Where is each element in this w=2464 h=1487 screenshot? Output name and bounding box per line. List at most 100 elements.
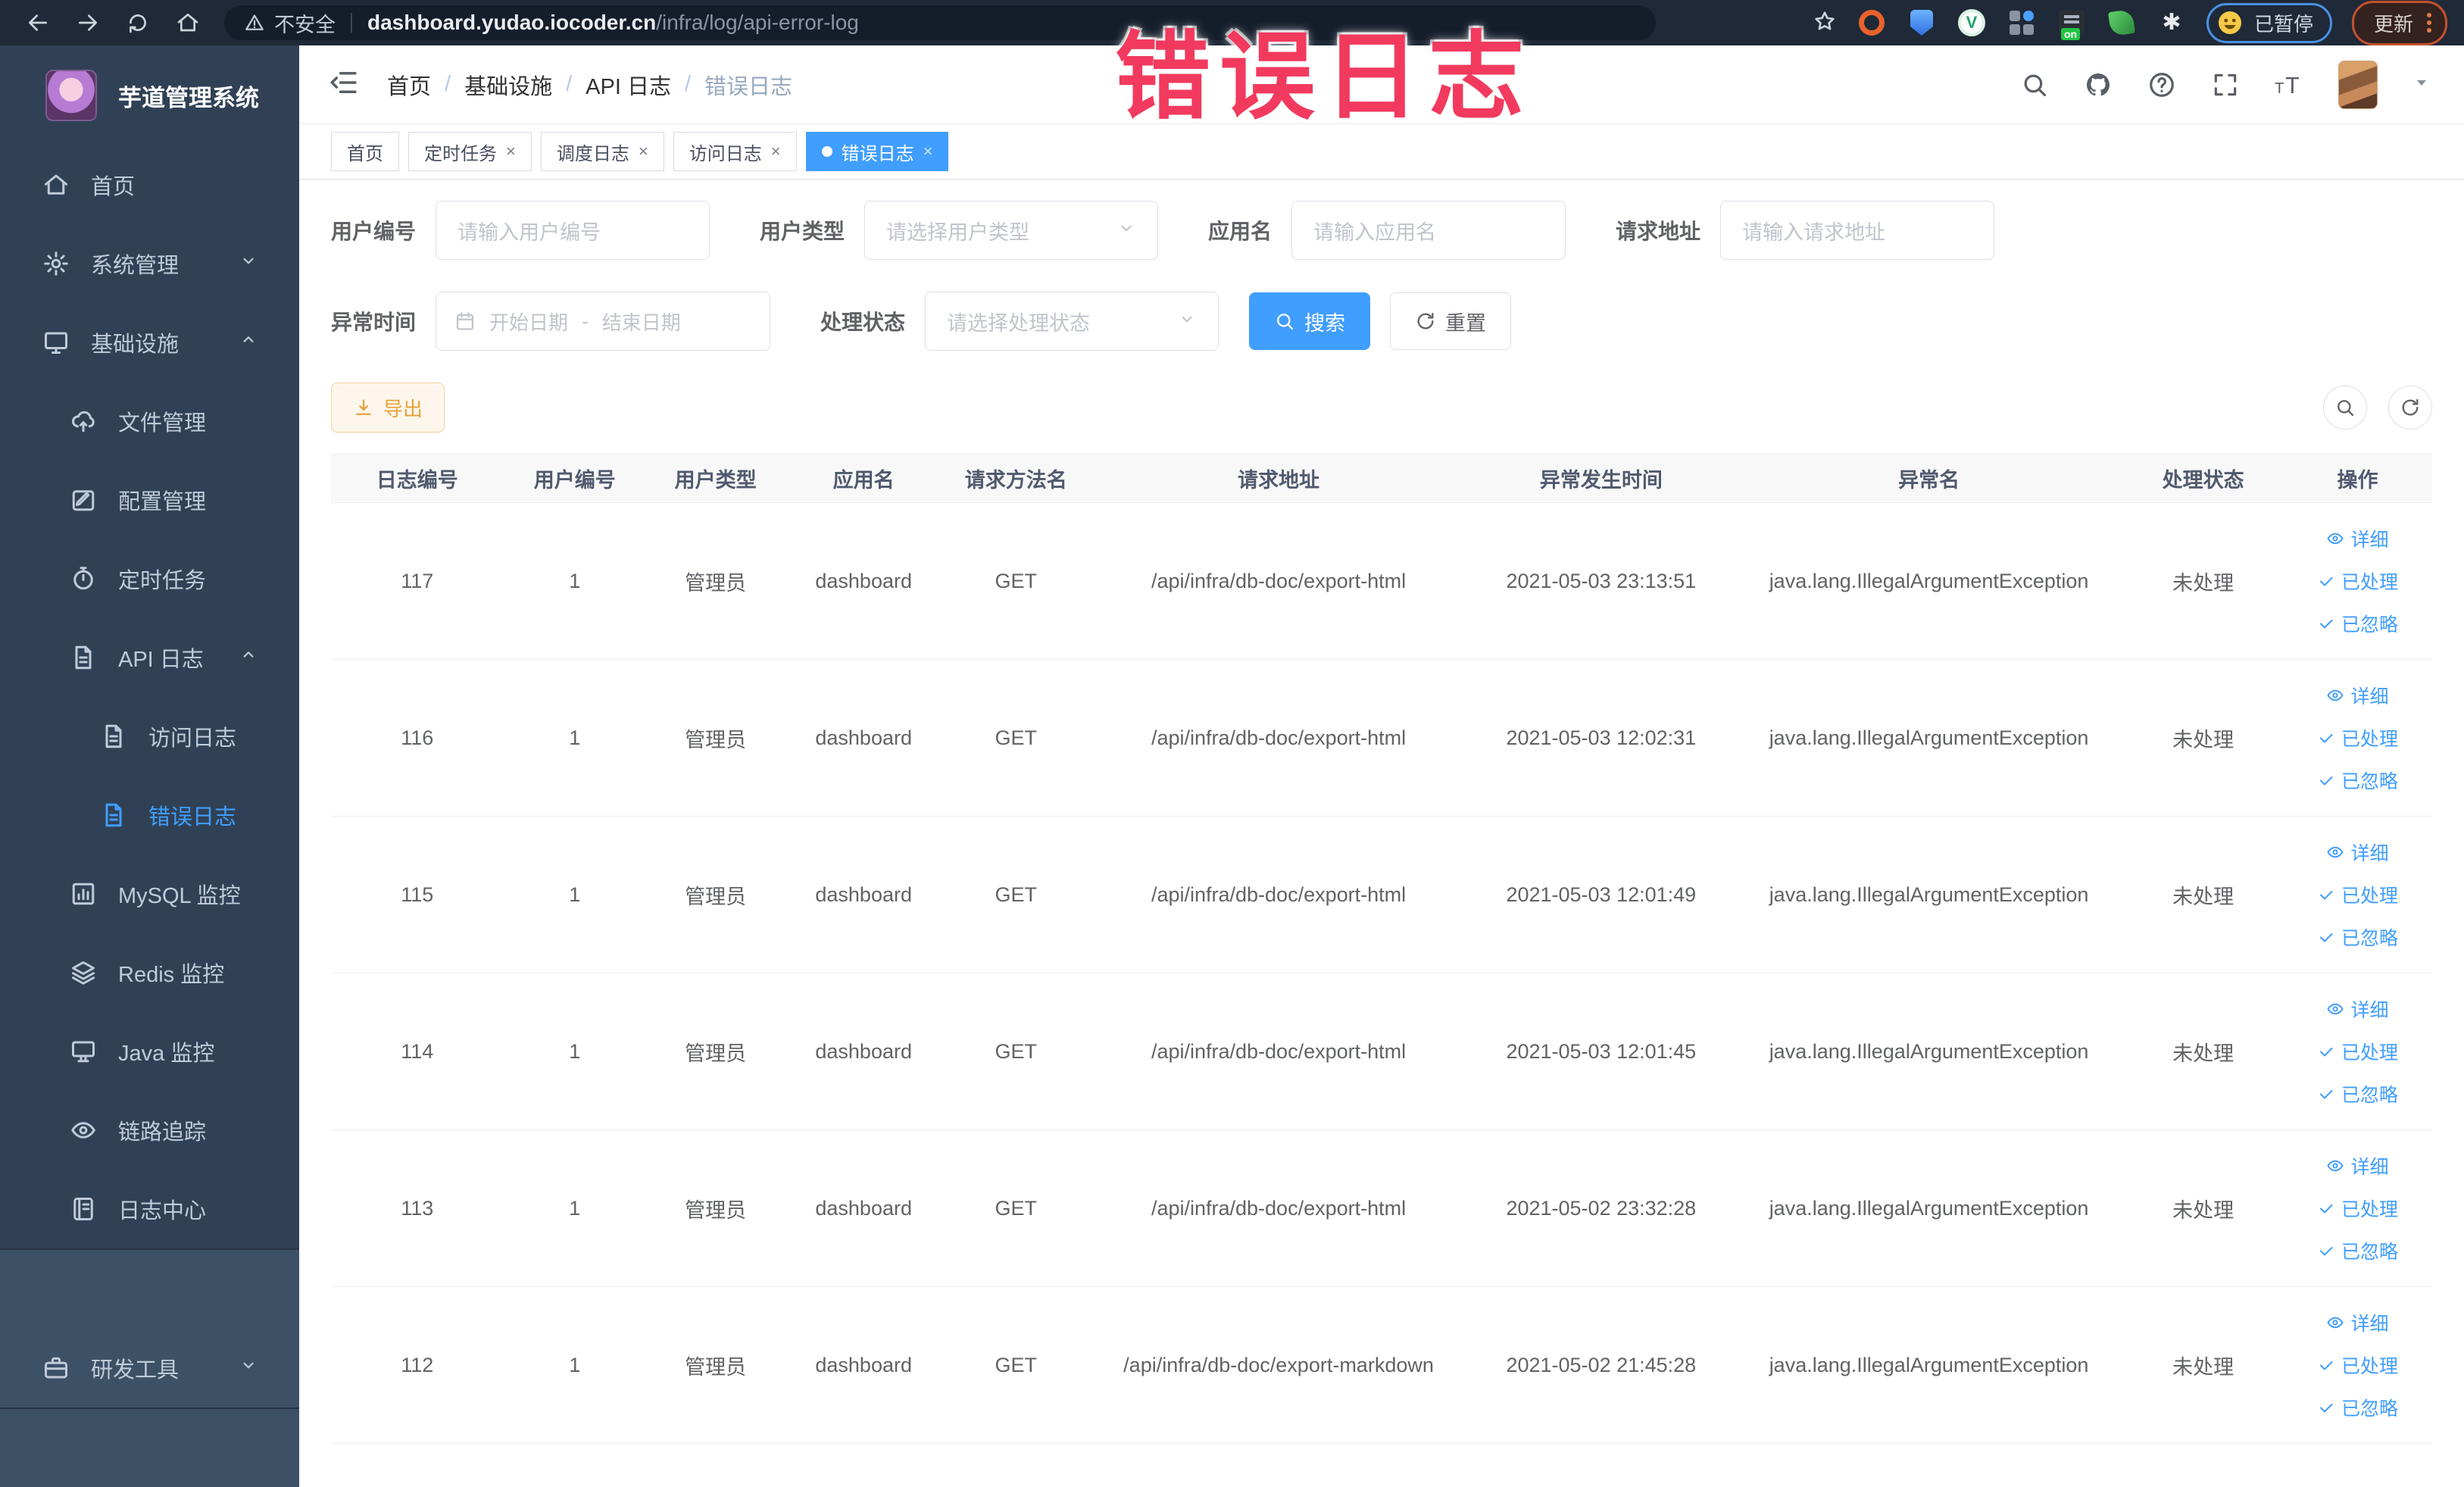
update-label: 更新 — [2373, 12, 2413, 36]
close-tab-icon[interactable]: × — [771, 143, 781, 160]
address-bar[interactable]: 不安全 dashboard.yudao.iocoder.cn /infra/lo… — [224, 5, 1656, 40]
detail-action-link[interactable]: 详细 — [2326, 525, 2389, 552]
tab-schedule-log[interactable]: 调度日志 × — [540, 132, 664, 171]
processed-action-link[interactable]: 已处理 — [2317, 881, 2398, 908]
processed-action-link[interactable]: 已处理 — [2317, 1038, 2398, 1065]
chevron-down-icon — [239, 1355, 258, 1381]
processed-action-link[interactable]: 已处理 — [2317, 1351, 2398, 1379]
detail-action-link[interactable]: 详细 — [2326, 1309, 2389, 1336]
cell-user_type: 管理员 — [646, 973, 785, 1130]
help-icon[interactable] — [2147, 70, 2176, 99]
status-select[interactable]: 请选择处理状态 — [925, 292, 1220, 351]
processed-action-link[interactable]: 已处理 — [2317, 567, 2398, 595]
sidebar-item-log-center[interactable]: 日志中心 — [0, 1170, 299, 1248]
extension-orange-ring-icon[interactable] — [1857, 8, 1887, 38]
url-path: /infra/log/api-error-log — [656, 11, 859, 34]
extension-shield-icon[interactable] — [1907, 8, 1937, 38]
tab-scheduled-task[interactable]: 定时任务 × — [408, 132, 532, 171]
sidebar-item-scheduled-task[interactable]: 定时任务 — [0, 539, 299, 618]
cell-status: 未处理 — [2123, 1129, 2283, 1287]
ignored-action-link[interactable]: 已忽略 — [2317, 767, 2398, 794]
ignored-action-link[interactable]: 已忽略 — [2317, 610, 2398, 637]
close-tab-icon[interactable]: × — [506, 143, 516, 160]
back-icon[interactable] — [17, 5, 59, 41]
browser-toolbar-right: V ✱ 已暂停 更新 — [1813, 0, 2447, 45]
request-url-input[interactable]: 请输入请求地址 — [1720, 201, 1995, 260]
magnifier-icon — [1277, 314, 1294, 330]
extension-puzzle-icon[interactable]: ✱ — [2156, 8, 2187, 38]
browser-menu-icon[interactable] — [2427, 13, 2431, 33]
bookmark-star-icon[interactable] — [1813, 9, 1837, 37]
cell-time: 2021-05-03 12:01:49 — [1467, 816, 1735, 973]
tab-home[interactable]: 首页 — [331, 132, 399, 171]
extension-grid-icon[interactable] — [2006, 8, 2037, 38]
sidebar-item-access-log[interactable]: 访问日志 — [0, 697, 299, 776]
sidebar-item-dev-tools[interactable]: 研发工具 — [0, 1328, 299, 1407]
github-icon[interactable] — [2084, 70, 2113, 99]
sidebar-item-error-log[interactable]: 错误日志 — [0, 776, 299, 854]
sidebar-item-label: 错误日志 — [148, 805, 237, 829]
ignored-action-link[interactable]: 已忽略 — [2317, 923, 2398, 951]
sidebar-item-api-log[interactable]: API 日志 — [0, 618, 299, 697]
table-row-117: 117 1 管理员 dashboard GET/api/infra/db-doc/exp… — [331, 502, 2432, 660]
ignored-action-link[interactable]: 已忽略 — [2317, 1080, 2398, 1107]
table-row-115: 115 1 管理员 dashboard GET/api/infra/db-doc/exp… — [331, 816, 2432, 973]
ignored-action-link[interactable]: 已忽略 — [2317, 1394, 2398, 1421]
user-id-input[interactable]: 请输入用户编号 — [436, 201, 710, 260]
sidebar-item-trace[interactable]: 链路追踪 — [0, 1091, 299, 1170]
detail-action-link[interactable]: 详细 — [2326, 1152, 2389, 1179]
cell-request_url: /api/infra/db-doc/export-html — [1089, 659, 1468, 817]
breadcrumb-item-2[interactable]: API 日志 — [586, 69, 671, 101]
ignored-action-link[interactable]: 已忽略 — [2317, 1237, 2398, 1264]
toggle-search-button[interactable] — [2323, 386, 2367, 430]
detail-action-link[interactable]: 详细 — [2326, 682, 2389, 709]
breadcrumb-item-0[interactable]: 首页 — [387, 69, 431, 101]
sidebar-item-system-management[interactable]: 系统管理 — [0, 224, 299, 303]
check-icon — [2317, 928, 2335, 946]
collapse-sidebar-icon[interactable] — [328, 67, 360, 102]
export-button[interactable]: 导出 — [331, 383, 445, 433]
reset-button[interactable]: 重置 — [1390, 292, 1512, 350]
app-name-input[interactable]: 请输入应用名 — [1291, 201, 1566, 260]
extension-on-badge-icon[interactable] — [2056, 8, 2087, 40]
search-icon[interactable] — [2020, 70, 2049, 99]
processed-action-link[interactable]: 已处理 — [2317, 1195, 2398, 1222]
action-label: 已忽略 — [2341, 928, 2398, 949]
user-menu-caret-icon[interactable] — [2412, 73, 2431, 95]
tab-access-log[interactable]: 访问日志 × — [673, 132, 797, 171]
sidebar-item-mysql-monitor[interactable]: MySQL 监控 — [0, 854, 299, 933]
close-tab-icon[interactable]: × — [639, 143, 648, 160]
date-range-picker[interactable]: 开始日期 - 结束日期 — [436, 292, 771, 351]
close-tab-icon[interactable]: × — [923, 143, 933, 160]
reload-icon[interactable] — [117, 5, 159, 41]
profile-paused-badge[interactable]: 已暂停 — [2206, 2, 2332, 43]
cell-time: 2021-05-02 23:32:28 — [1467, 1129, 1735, 1287]
sidebar-item-file-management[interactable]: 文件管理 — [0, 382, 299, 461]
sidebar-item-home[interactable]: 首页 — [0, 145, 299, 224]
extension-leaf-icon[interactable] — [2106, 8, 2137, 38]
sidebar-item-config-management[interactable]: 配置管理 — [0, 461, 299, 539]
tab-error-log[interactable]: 错误日志 × — [805, 132, 949, 171]
action-label: 详细 — [2350, 686, 2389, 708]
search-button[interactable]: 搜索 — [1249, 292, 1371, 350]
detail-action-link[interactable]: 详细 — [2326, 995, 2389, 1023]
cell-method: GET — [942, 973, 1090, 1130]
font-size-icon[interactable]: TT — [2275, 70, 2303, 99]
app-logo-row[interactable]: 芋道管理系统 — [0, 45, 299, 145]
sidebar-item-java-monitor[interactable]: Java 监控 — [0, 1012, 299, 1091]
forward-icon[interactable] — [67, 5, 109, 41]
user-avatar[interactable] — [2338, 60, 2378, 109]
chrome-update-button[interactable]: 更新 — [2351, 0, 2447, 45]
user-type-select[interactable]: 请选择用户类型 — [864, 201, 1159, 260]
sidebar-item-infrastructure[interactable]: 基础设施 — [0, 303, 299, 382]
fullscreen-icon[interactable] — [2211, 70, 2240, 99]
breadcrumb-item-1[interactable]: 基础设施 — [464, 69, 552, 101]
processed-action-link[interactable]: 已处理 — [2317, 724, 2398, 751]
detail-action-link[interactable]: 详细 — [2326, 839, 2389, 866]
extension-green-v-icon[interactable]: V — [1957, 8, 1987, 38]
reset-button-label: 重置 — [1445, 311, 1487, 335]
browser-home-icon[interactable] — [167, 5, 209, 41]
cell-request_url: /api/infra/db-doc/export-markdown — [1089, 1286, 1468, 1444]
sidebar-item-redis-monitor[interactable]: Redis 监控 — [0, 933, 299, 1012]
refresh-table-button[interactable] — [2388, 386, 2432, 430]
